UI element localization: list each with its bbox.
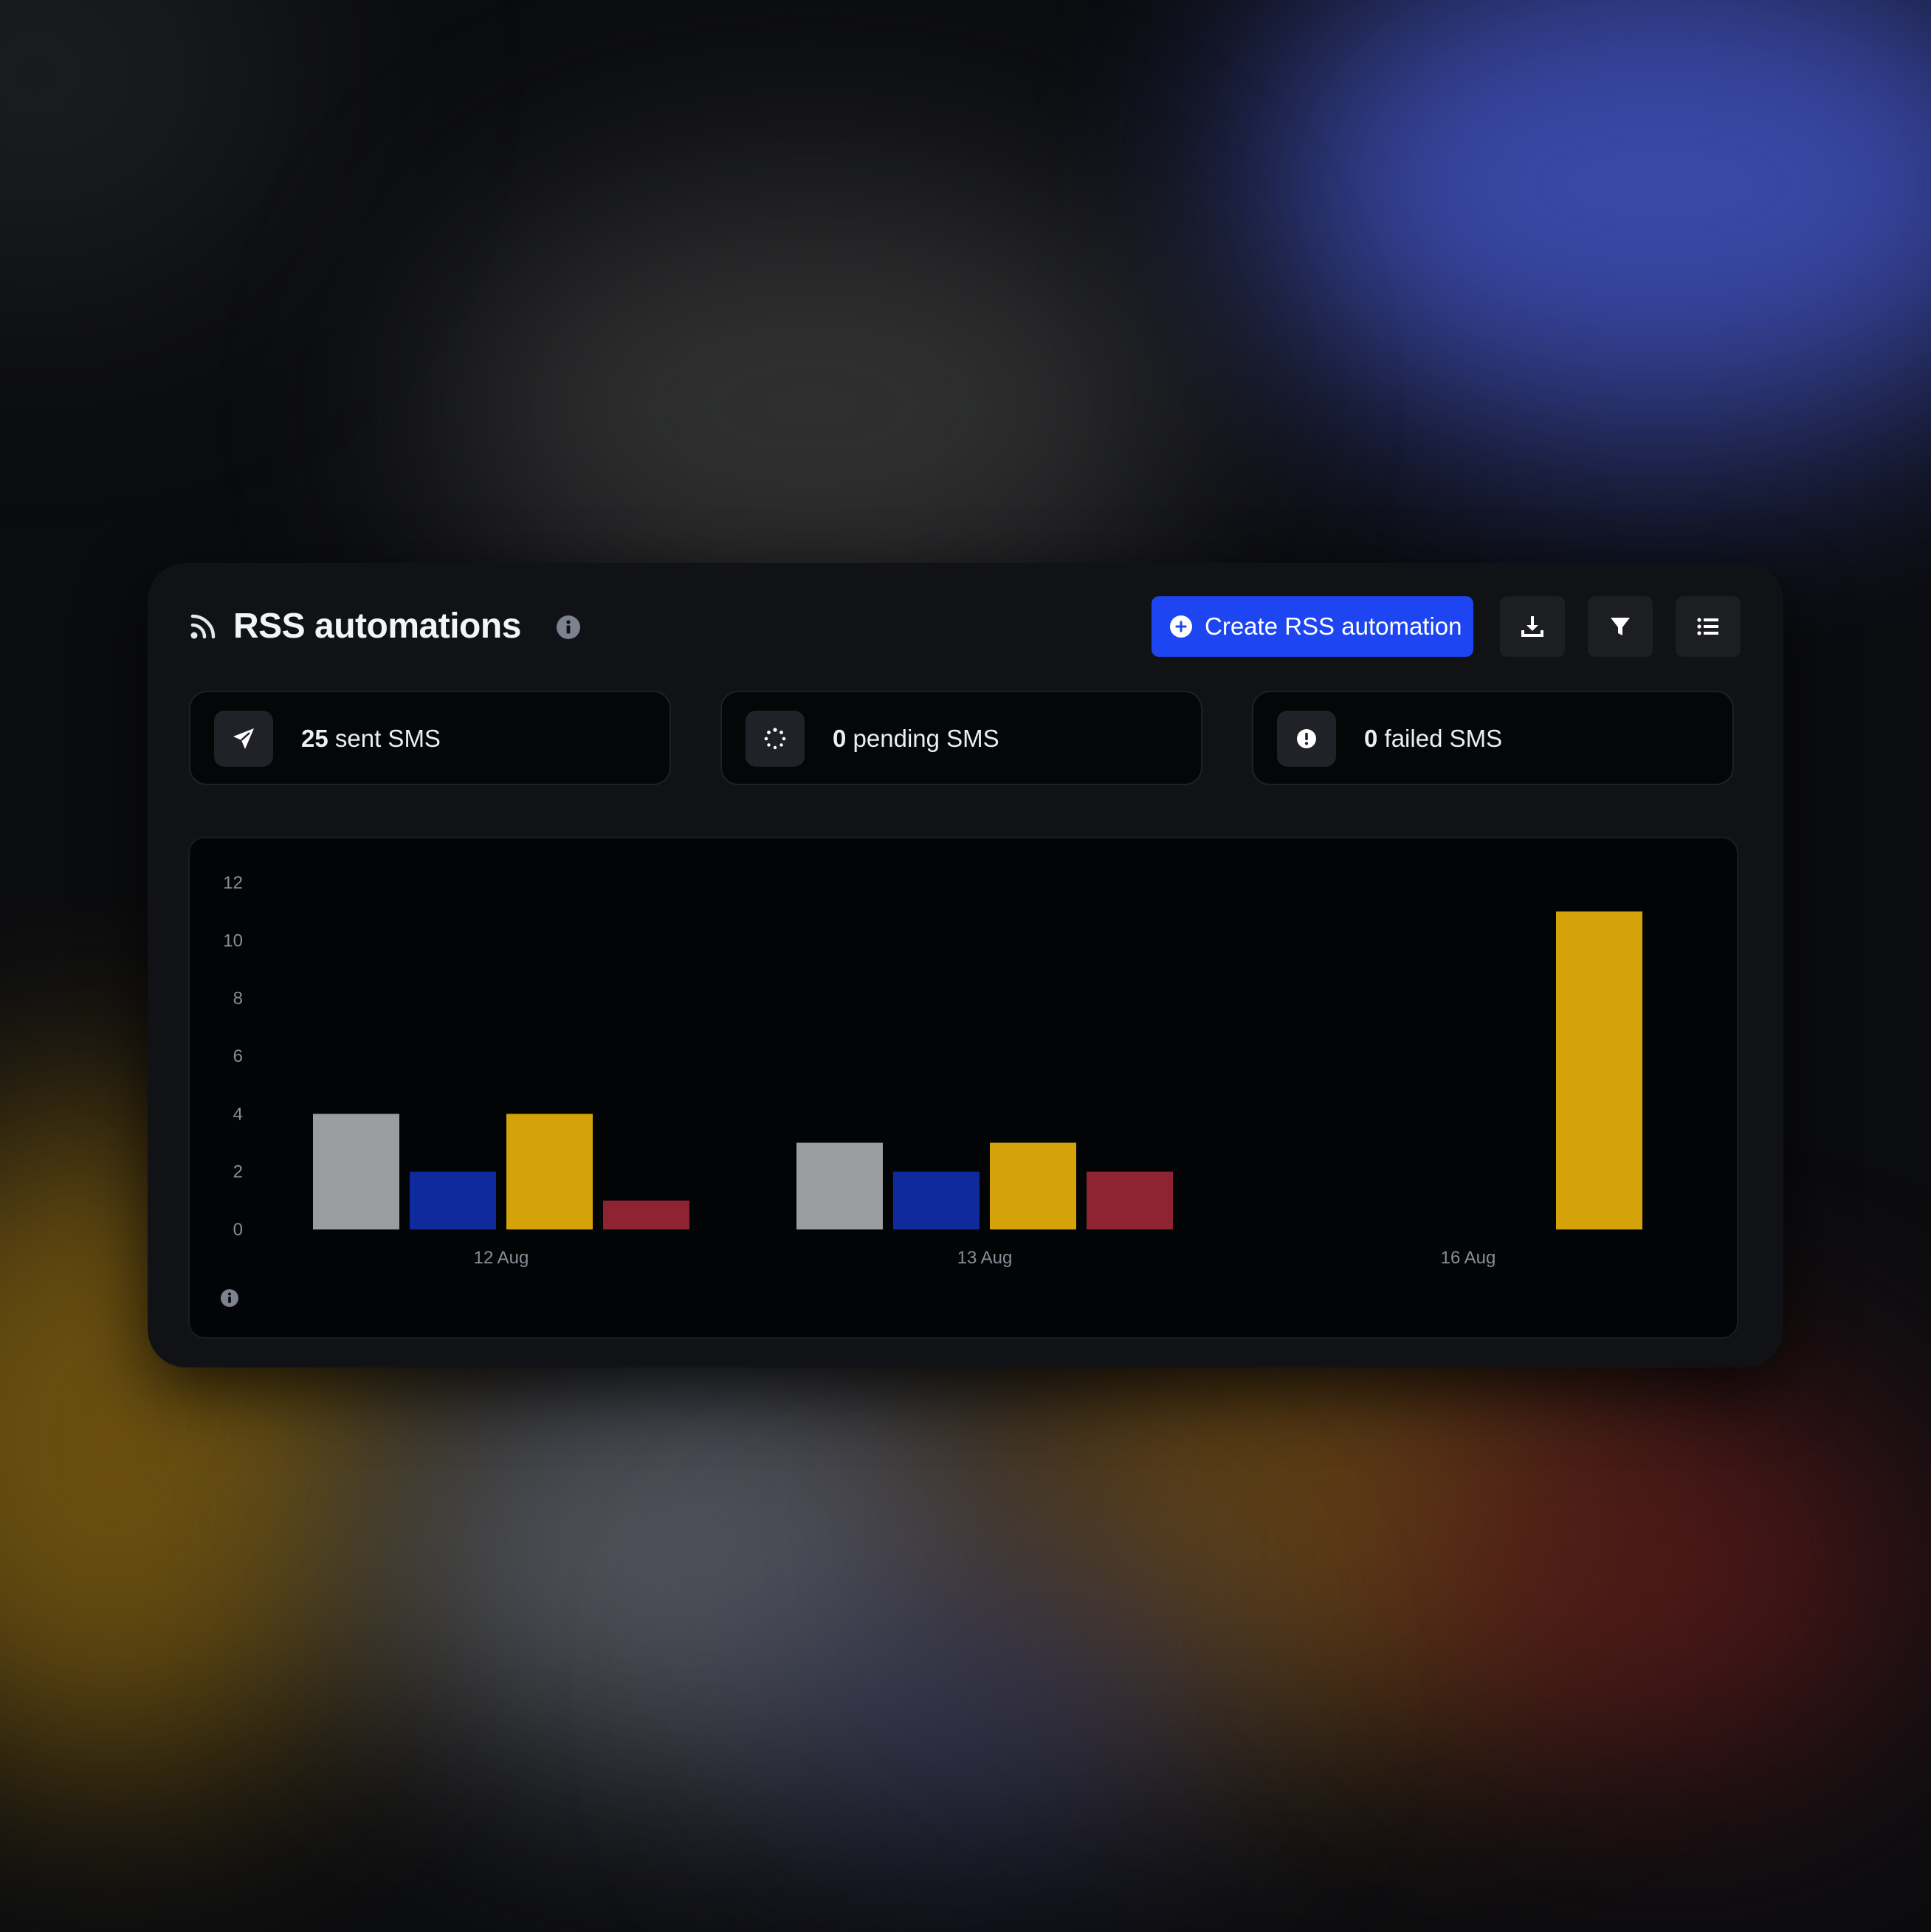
page-title: RSS automations (233, 607, 521, 646)
bar (313, 1114, 399, 1229)
stat-failed-sms: 0 failed SMS (1252, 691, 1734, 785)
pending-label: pending SMS (853, 725, 999, 752)
filter-icon (1611, 618, 1630, 635)
download-icon (1521, 616, 1543, 637)
sms-bar-chart: 0 2 4 6 8 10 12 12 Aug 13 Aug 16 Aug (188, 837, 1738, 1339)
bar (1087, 1171, 1173, 1229)
y-tick-label: 6 (233, 1046, 243, 1066)
plus-circle-icon (1170, 615, 1192, 638)
y-tick-label: 10 (223, 931, 243, 951)
info-icon[interactable] (556, 615, 581, 640)
bar (893, 1171, 980, 1229)
y-tick-label: 2 (233, 1162, 243, 1182)
bar (603, 1200, 689, 1229)
x-tick-label: 13 Aug (957, 1248, 1013, 1268)
paper-plane-icon (233, 728, 254, 749)
y-tick-label: 8 (233, 989, 243, 1009)
stat-sent-sms: 25 sent SMS (189, 691, 671, 785)
sent-label: sent SMS (334, 725, 441, 752)
stat-text: 0 pending SMS (833, 724, 999, 753)
list-icon (1697, 618, 1718, 635)
filter-button[interactable] (1588, 596, 1653, 657)
rss-automations-card: RSS automations Create RSS automation 25… (148, 563, 1783, 1367)
stat-icon-box (1277, 711, 1336, 767)
y-tick-label: 4 (233, 1104, 243, 1124)
alert-circle-icon (1297, 729, 1316, 748)
stat-text: 25 sent SMS (301, 724, 441, 753)
card-header: RSS automations Create RSS automation (189, 596, 1742, 657)
stat-text: 0 failed SMS (1364, 724, 1502, 753)
stat-pending-sms: 0 pending SMS (720, 691, 1202, 785)
bar (796, 1142, 883, 1229)
x-tick-label: 16 Aug (1441, 1248, 1496, 1268)
rss-icon (190, 614, 216, 639)
bar (506, 1114, 593, 1229)
download-button[interactable] (1500, 596, 1565, 657)
failed-count: 0 (1364, 725, 1378, 752)
chart-info-icon[interactable] (220, 1288, 239, 1308)
create-button-label: Create RSS automation (1205, 613, 1462, 640)
spinner-icon (764, 728, 786, 750)
create-rss-automation-button[interactable]: Create RSS automation (1152, 596, 1473, 657)
y-tick-label: 0 (233, 1220, 243, 1240)
x-tick-label: 12 Aug (474, 1248, 529, 1268)
list-view-button[interactable] (1676, 596, 1741, 657)
bar-chart-svg: 0 2 4 6 8 10 12 12 Aug 13 Aug 16 Aug (223, 873, 1642, 1268)
sent-count: 25 (301, 725, 328, 752)
bar (1556, 911, 1642, 1229)
stat-icon-box (214, 711, 273, 767)
bar (990, 1142, 1076, 1229)
y-tick-label: 12 (223, 873, 243, 893)
pending-count: 0 (833, 725, 847, 752)
stat-icon-box (746, 711, 805, 767)
failed-label: failed SMS (1384, 725, 1503, 752)
bar (410, 1171, 496, 1229)
